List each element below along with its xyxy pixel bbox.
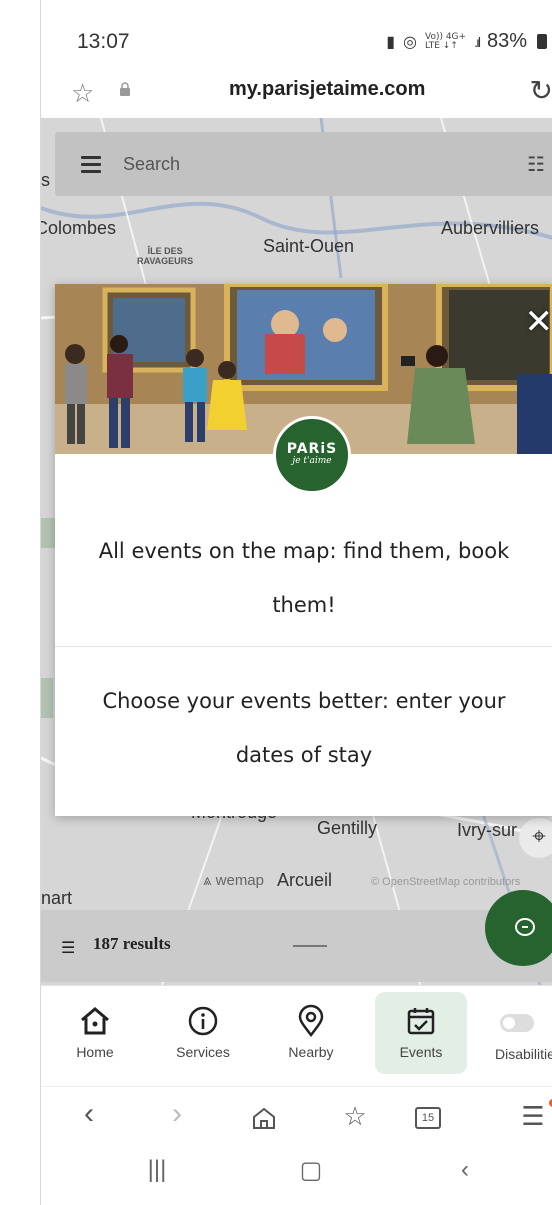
logo-sub-text: je t'aime [292, 456, 332, 466]
list-icon: ☰ [61, 940, 76, 957]
browser-menu-icon[interactable]: ☰ [513, 1101, 552, 1132]
nav-label-disabilities: Disabilities [495, 1046, 552, 1062]
map-label-arcueil: Arcueil [277, 870, 333, 890]
map-label-aubervilliers: Aubervilliers [441, 218, 540, 238]
menu-icon[interactable] [81, 156, 101, 173]
system-back-icon[interactable]: ‹ [445, 1156, 485, 1184]
map-label-saint-ouen: Saint-Ouen [263, 236, 355, 256]
bookmark-star-icon[interactable]: ☆ [71, 78, 94, 109]
events-promo-modal: ✕ PARiS je t'aime All events on the map:… [55, 284, 552, 816]
phone-screen: 13:07 ▮ ◎ Vo)) 4G+ LTE ↓↑ .ıl 83% ☆ my.p… [40, 0, 552, 1205]
nav-item-disabilities[interactable]: Disabilities [481, 992, 552, 1074]
sim-icon: ▮ [386, 33, 396, 51]
search-input[interactable]: Search [123, 154, 180, 175]
signal-icon: .ıl [474, 33, 481, 50]
search-bar[interactable]: Search ☷ [55, 132, 552, 196]
nav-label-nearby: Nearby [288, 1044, 334, 1060]
disabilities-toggle[interactable] [500, 1014, 534, 1032]
nav-label-events: Events [399, 1044, 443, 1060]
nav-item-home[interactable]: Home [45, 992, 145, 1074]
chat-icon [515, 918, 535, 936]
chat-button[interactable] [485, 890, 552, 966]
map-attribution[interactable]: © OpenStreetMap contributors [371, 876, 520, 888]
drag-handle[interactable] [293, 945, 327, 947]
results-bar[interactable]: ☰ 187 results [41, 910, 552, 982]
recent-apps-icon[interactable]: ||| [137, 1156, 177, 1184]
info-icon [188, 1006, 218, 1036]
home-icon [81, 1007, 109, 1035]
map-label-s: s [41, 170, 50, 190]
battery-icon [537, 34, 547, 49]
network-type-bottom: LTE ↓↑ [424, 40, 458, 51]
wemap-label: wemap [215, 872, 264, 889]
nav-item-services[interactable]: Services [153, 992, 253, 1074]
browser-url-bar: ☆ my.parisjetaime.com ↻ [41, 64, 552, 118]
logo-main-text: PARiS [286, 441, 338, 457]
map-label-colombes: Colombes [41, 218, 117, 238]
dates-of-stay-message[interactable]: Choose your events better: enter your da… [75, 674, 533, 782]
nfc-icon: ◎ [403, 33, 417, 51]
nav-item-events[interactable]: Events [375, 992, 467, 1074]
paris-je-taime-logo: PARiS je t'aime [273, 416, 351, 494]
lock-icon [120, 82, 130, 96]
nav-label-home: Home [76, 1044, 114, 1060]
map-label-ile-des-ravageurs: ÎLE DES RAVAGEURS [137, 246, 193, 266]
map-label-ile-des: ÎLE DES [147, 246, 183, 256]
nav-label-services: Services [176, 1044, 230, 1060]
modal-divider [55, 646, 552, 647]
bookmarks-icon[interactable]: ☆ [335, 1101, 375, 1132]
results-count: 187 results [93, 934, 171, 953]
map-label-ivry: Ivry-sur [457, 820, 517, 840]
tabs-count: 15 [421, 1112, 435, 1124]
battery-level: 83% [486, 30, 527, 52]
status-icons: ▮ ◎ Vo)) 4G+ LTE ↓↑ .ıl 83% [386, 30, 547, 53]
bottom-navigation: Home Services Nearby Events Disabiliti [41, 985, 552, 1085]
map-label-gentilly: Gentilly [317, 818, 378, 838]
status-time: 13:07 [77, 30, 130, 53]
locate-icon[interactable]: ⌖ [519, 818, 552, 858]
map-label-nart: nart [41, 888, 73, 908]
events-map-message[interactable]: All events on the map: find them, book t… [75, 524, 533, 632]
tabs-icon[interactable]: 15 [415, 1107, 441, 1129]
network-indicator: Vo)) 4G+ LTE ↓↑ [424, 32, 466, 51]
filter-icon[interactable]: ☷ [527, 152, 545, 177]
close-icon[interactable]: ✕ [525, 302, 552, 342]
url-text[interactable]: my.parisjetaime.com [229, 78, 425, 101]
reload-icon[interactable]: ↻ [530, 74, 552, 107]
browser-toolbar: ‹ › ☆ 15 ☰ [41, 1086, 552, 1148]
browser-home-icon[interactable] [251, 1105, 277, 1131]
location-pin-icon [298, 1004, 324, 1038]
calendar-check-icon [407, 1008, 435, 1035]
wemap-logo: ⩓ wemap [203, 872, 264, 889]
map-label-ravageurs: RAVAGEURS [137, 256, 194, 266]
back-icon[interactable]: ‹ [69, 1097, 109, 1131]
nav-item-nearby[interactable]: Nearby [261, 992, 361, 1074]
forward-icon[interactable]: › [157, 1097, 197, 1131]
system-navigation-bar: ||| ▢ ‹ [41, 1150, 552, 1205]
system-home-icon[interactable]: ▢ [291, 1156, 331, 1185]
